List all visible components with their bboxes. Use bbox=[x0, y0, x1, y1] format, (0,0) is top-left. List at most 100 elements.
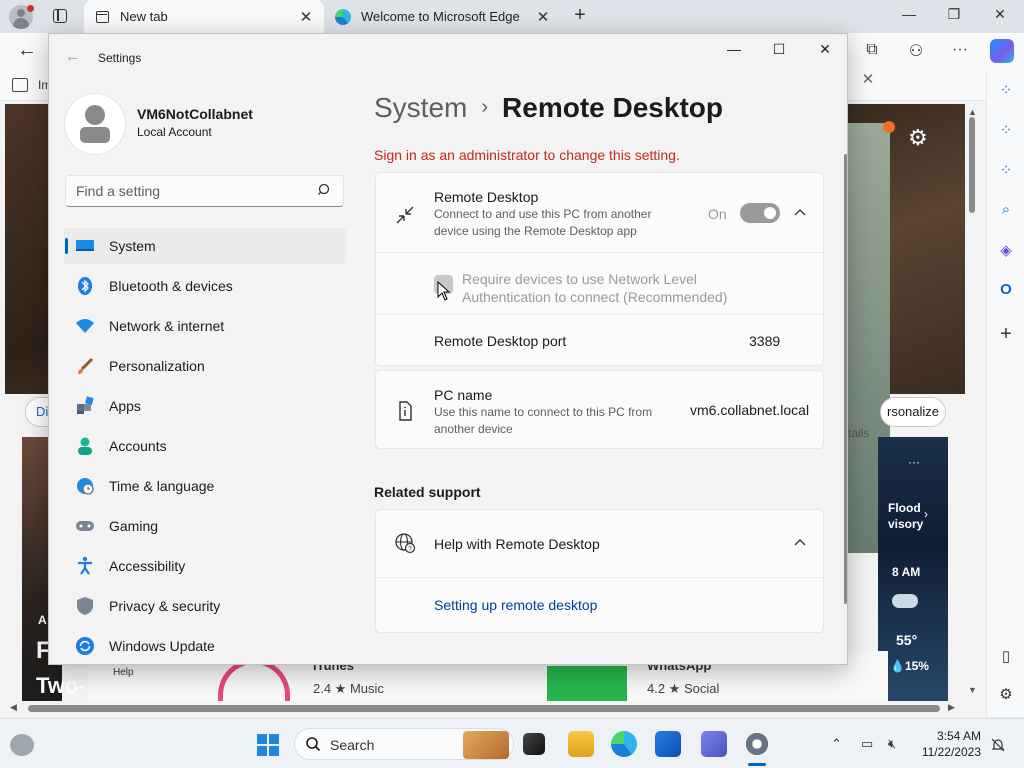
restore-icon[interactable]: ❐ bbox=[944, 6, 964, 23]
scroll-up-icon[interactable]: ▲ bbox=[968, 107, 977, 117]
maximize-icon[interactable]: ☐ bbox=[766, 41, 792, 58]
accessibility-icon bbox=[74, 556, 96, 576]
edge-favicon-icon bbox=[335, 8, 351, 25]
toggle-knob bbox=[764, 207, 776, 219]
outlook-icon[interactable]: O bbox=[995, 281, 1017, 303]
search-input[interactable] bbox=[65, 175, 344, 207]
chevron-up-icon[interactable]: ⌃ bbox=[831, 736, 842, 752]
close-window-icon[interactable]: ✕ bbox=[990, 6, 1010, 23]
scrollbar-thumb[interactable] bbox=[28, 705, 940, 712]
sidebar-copilot-icon[interactable]: ◈ bbox=[995, 241, 1017, 263]
volume-muted-icon[interactable]: 🔇︎ bbox=[888, 736, 896, 752]
nav-item-network[interactable]: Network & internet bbox=[64, 308, 346, 344]
remote-desktop-description: Connect to and use this PC from another … bbox=[434, 207, 652, 238]
tab-new-tab[interactable]: New tab ✕ bbox=[84, 0, 324, 33]
tab-actions-icon[interactable] bbox=[53, 9, 67, 23]
user-avatar[interactable] bbox=[65, 94, 125, 154]
widgets-icon[interactable] bbox=[10, 734, 34, 756]
help-label[interactable]: Help bbox=[113, 667, 134, 678]
network-icon[interactable]: ▭ bbox=[861, 736, 873, 752]
window-title: Settings bbox=[98, 51, 142, 65]
nav-item-privacy-security[interactable]: Privacy & security bbox=[64, 588, 346, 624]
tab-label: Welcome to Microsoft Edge bbox=[361, 9, 520, 24]
sidebar-layout-icon[interactable]: ▯ bbox=[995, 647, 1017, 669]
apps-icon bbox=[74, 396, 96, 416]
nav-item-apps[interactable]: Apps bbox=[64, 388, 346, 424]
add-sidebar-app-icon[interactable]: + bbox=[995, 323, 1017, 345]
settings-scrollbar[interactable] bbox=[844, 154, 847, 604]
cloud-icon bbox=[892, 594, 918, 608]
nav-item-bluetooth[interactable]: Bluetooth & devices bbox=[64, 268, 346, 304]
settings-gear-icon[interactable] bbox=[744, 731, 770, 757]
page-settings-gear-icon[interactable]: ⚙ bbox=[908, 125, 928, 151]
weather-card[interactable]: ··· Flood visory › 8 AM 55° 💧15% bbox=[878, 437, 948, 703]
pc-name-card: PC name Use this name to connect to this… bbox=[375, 370, 824, 449]
file-explorer-icon[interactable] bbox=[568, 731, 594, 757]
setting-up-remote-desktop-link[interactable]: Setting up remote desktop bbox=[434, 597, 597, 613]
minimize-icon[interactable]: — bbox=[899, 6, 919, 22]
close-tab-icon[interactable]: ✕ bbox=[533, 8, 553, 26]
chevron-up-icon[interactable] bbox=[792, 205, 808, 221]
user-name: VM6NotCollabnet bbox=[137, 106, 253, 122]
close-tab-icon[interactable]: ✕ bbox=[296, 8, 316, 26]
nav-item-accessibility[interactable]: Accessibility bbox=[64, 548, 346, 584]
performance-icon[interactable]: ⚇ bbox=[905, 41, 927, 63]
teams-icon[interactable] bbox=[701, 731, 727, 757]
start-button-windows-icon[interactable] bbox=[257, 734, 279, 756]
scroll-right-icon[interactable]: ▶ bbox=[948, 702, 955, 713]
wifi-icon bbox=[74, 316, 96, 336]
remote-desktop-toggle[interactable] bbox=[740, 203, 780, 223]
sidebar-settings-gear-icon[interactable]: ⚙ bbox=[995, 685, 1017, 707]
nav-item-personalization[interactable]: Personalization bbox=[64, 348, 346, 384]
scroll-left-icon[interactable]: ◀ bbox=[10, 702, 17, 713]
active-app-indicator bbox=[748, 763, 766, 766]
page-title: Remote Desktop bbox=[502, 92, 723, 123]
weather-more-icon[interactable]: ··· bbox=[908, 455, 920, 469]
chevron-right-icon[interactable]: › bbox=[924, 507, 928, 521]
minimize-icon[interactable]: — bbox=[721, 41, 747, 57]
breadcrumb-separator-icon: › bbox=[481, 96, 489, 118]
new-tab-button[interactable]: + bbox=[569, 4, 591, 26]
nav-item-system[interactable]: System bbox=[64, 228, 346, 264]
page-horizontal-scrollbar[interactable]: ◀ ▶ bbox=[0, 701, 986, 717]
sidebar-search-icon[interactable]: ⌕ bbox=[995, 201, 1017, 223]
nav-item-windows-update[interactable]: Windows Update bbox=[64, 628, 346, 664]
page-vertical-scrollbar[interactable]: ▲ ▼ bbox=[965, 101, 981, 703]
breadcrumb-parent[interactable]: System bbox=[374, 92, 467, 123]
taskbar-search[interactable]: Search bbox=[294, 728, 514, 760]
scroll-down-icon[interactable]: ▼ bbox=[968, 685, 977, 695]
personalize-button[interactable]: rsonalize bbox=[880, 397, 946, 427]
nav-item-time-language[interactable]: Time & language bbox=[64, 468, 346, 504]
close-window-icon[interactable]: ✕ bbox=[812, 41, 838, 58]
more-menu-icon[interactable]: ··· bbox=[949, 41, 971, 63]
news-card-tag: A bbox=[38, 613, 47, 627]
nav-item-accounts[interactable]: Accounts bbox=[64, 428, 346, 464]
port-label: Remote Desktop port bbox=[434, 333, 567, 349]
taskbar-search-label: Search bbox=[330, 737, 375, 753]
whatsapp-app-icon[interactable] bbox=[547, 666, 627, 703]
tab-welcome-edge[interactable]: Welcome to Microsoft Edge ✕ bbox=[325, 0, 561, 33]
details-link[interactable]: tails bbox=[848, 426, 869, 440]
store-icon[interactable] bbox=[655, 731, 681, 757]
chevron-up-icon[interactable] bbox=[792, 535, 808, 551]
collections-icon[interactable]: ⧉ bbox=[861, 41, 883, 63]
sidebar-dots-icon[interactable]: ⁘ bbox=[995, 121, 1017, 143]
close-notice-icon[interactable]: ✕ bbox=[849, 69, 887, 91]
back-arrow-icon[interactable]: ← bbox=[65, 48, 80, 65]
search-icon bbox=[306, 737, 321, 752]
nav-item-gaming[interactable]: Gaming bbox=[64, 508, 346, 544]
notification-badge bbox=[883, 121, 895, 133]
scrollbar-thumb[interactable] bbox=[969, 117, 975, 213]
notification-bell-icon[interactable] bbox=[990, 737, 1006, 753]
edge-icon[interactable] bbox=[611, 731, 637, 757]
clock[interactable]: 3:54 AM 11/22/2023 bbox=[915, 728, 981, 760]
sidebar-dots-icon[interactable]: ⁘ bbox=[995, 81, 1017, 103]
nav-item-label: Accessibility bbox=[109, 558, 186, 574]
nav-item-label: Time & language bbox=[109, 478, 215, 494]
task-view-icon[interactable] bbox=[523, 733, 545, 755]
settings-window: ← Settings — ☐ ✕ VM6NotCollabnet Local A… bbox=[48, 33, 848, 665]
sidebar-dots-icon[interactable]: ⁘ bbox=[995, 161, 1017, 183]
copilot-icon[interactable] bbox=[990, 39, 1014, 63]
help-title[interactable]: Help with Remote Desktop bbox=[434, 536, 600, 552]
back-arrow-icon[interactable]: ← bbox=[17, 39, 37, 62]
